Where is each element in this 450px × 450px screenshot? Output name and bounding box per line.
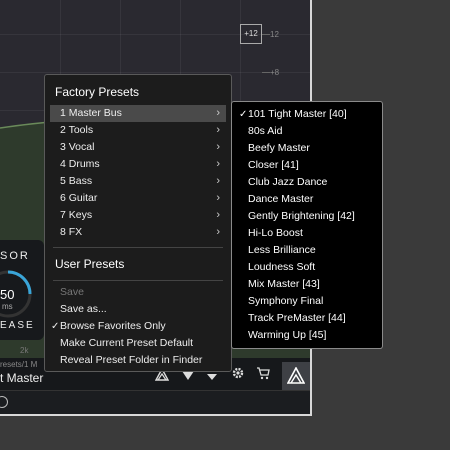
- submenu-item-label: Dance Master: [248, 193, 314, 205]
- submenu-item[interactable]: Symphony Final: [236, 293, 378, 310]
- menu-item-make-default[interactable]: Make Current Preset Default: [50, 335, 226, 352]
- menu-item-label: Save: [60, 286, 84, 298]
- menu-item-save-as[interactable]: Save as...: [50, 301, 226, 318]
- release-value: 50: [0, 287, 15, 302]
- submenu-item-label: Gently Brightening [42]: [248, 210, 355, 222]
- submenu-item[interactable]: Club Jazz Dance: [236, 174, 378, 191]
- checkmark-icon: ✓: [239, 109, 248, 120]
- scale-range-button[interactable]: +12: [240, 24, 262, 44]
- submenu-item[interactable]: Dance Master: [236, 191, 378, 208]
- submenu-item-label: Warming Up [45]: [248, 329, 327, 341]
- menu-item-browse-favorites[interactable]: ✓ Browse Favorites Only: [50, 318, 226, 335]
- checkmark-icon: ✓: [51, 321, 60, 332]
- submenu-item[interactable]: Beefy Master: [236, 140, 378, 157]
- gear-icon[interactable]: [230, 366, 246, 382]
- menu-item-label: Make Current Preset Default: [60, 337, 194, 349]
- menu-item-label: Browse Favorites Only: [60, 320, 166, 332]
- preset-menu: Factory Presets 1 Master Bus › 2 Tools ›…: [44, 74, 232, 372]
- menu-item-label: 6 Guitar: [60, 192, 98, 204]
- release-unit: ms: [2, 302, 13, 311]
- submenu-item[interactable]: Gently Brightening [42]: [236, 208, 378, 225]
- menu-item-label: Save as...: [60, 303, 107, 315]
- menu-item-guitar[interactable]: 6 Guitar ›: [50, 190, 226, 207]
- menu-item-fx[interactable]: 8 FX ›: [50, 224, 226, 241]
- menu-separator: [53, 280, 223, 281]
- submenu-item-label: Hi-Lo Boost: [248, 227, 303, 239]
- submenu-item[interactable]: Hi-Lo Boost: [236, 225, 378, 242]
- menu-item-label: 8 FX: [60, 226, 83, 238]
- logo-icon[interactable]: [282, 362, 310, 390]
- scale-label: 12: [270, 30, 279, 39]
- submenu-item-label: Beefy Master: [248, 142, 310, 154]
- submenu-item[interactable]: 80s Aid: [236, 123, 378, 140]
- menu-separator: [53, 247, 223, 248]
- factory-presets-header: Factory Presets: [55, 85, 140, 99]
- menu-item-bass[interactable]: 5 Bass ›: [50, 173, 226, 190]
- submenu-item-label: Track PreMaster [44]: [248, 312, 346, 324]
- master-bus-submenu: ✓ 101 Tight Master [40] 80s Aid Beefy Ma…: [231, 101, 383, 349]
- menu-item-label: 5 Bass: [60, 175, 93, 187]
- preset-name[interactable]: t Master: [0, 371, 43, 385]
- submenu-item-label: Mix Master [43]: [248, 278, 320, 290]
- menu-item-drums[interactable]: 4 Drums ›: [50, 156, 226, 173]
- submenu-item-label: Closer [41]: [248, 159, 299, 171]
- chevron-right-icon: ›: [216, 141, 220, 153]
- menu-item-label: 7 Keys: [60, 209, 93, 221]
- chevron-right-icon: ›: [216, 124, 220, 136]
- chevron-right-icon: ›: [216, 226, 220, 238]
- cart-icon[interactable]: [255, 366, 271, 382]
- menu-item-label: 4 Drums: [60, 158, 100, 170]
- submenu-item-label: 80s Aid: [248, 125, 283, 137]
- menu-item-label: Reveal Preset Folder in Finder: [60, 354, 203, 366]
- menu-item-tools[interactable]: 2 Tools ›: [50, 122, 226, 139]
- preset-path: resets/1 M: [0, 360, 38, 369]
- chevron-right-icon: ›: [216, 175, 220, 187]
- user-presets-header: User Presets: [55, 257, 125, 271]
- submenu-item[interactable]: Track PreMaster [44]: [236, 310, 378, 327]
- menu-item-label: 2 Tools: [60, 124, 94, 136]
- submenu-item[interactable]: Closer [41]: [236, 157, 378, 174]
- submenu-item[interactable]: Mix Master [43]: [236, 276, 378, 293]
- submenu-item-label: 101 Tight Master [40]: [248, 108, 347, 120]
- menu-item-keys[interactable]: 7 Keys ›: [50, 207, 226, 224]
- scale-tick: [262, 34, 270, 35]
- scale-tick: [262, 72, 270, 73]
- menu-item-vocal[interactable]: 3 Vocal ›: [50, 139, 226, 156]
- chevron-right-icon: ›: [216, 158, 220, 170]
- submenu-item-label: Club Jazz Dance: [248, 176, 328, 188]
- chevron-right-icon: ›: [216, 209, 220, 221]
- chevron-right-icon: ›: [216, 107, 220, 119]
- submenu-item[interactable]: Less Brilliance: [236, 242, 378, 259]
- menu-item-label: 1 Master Bus: [60, 107, 122, 119]
- submenu-item[interactable]: Warming Up [45]: [236, 327, 378, 344]
- menu-item-reveal-folder[interactable]: Reveal Preset Folder in Finder: [50, 352, 226, 369]
- scale-label: +8: [270, 68, 280, 77]
- submenu-item-label: Symphony Final: [248, 295, 324, 307]
- menu-item-master-bus[interactable]: 1 Master Bus ›: [50, 105, 226, 122]
- compressor-label: SOR: [0, 250, 30, 262]
- submenu-item[interactable]: ✓ 101 Tight Master [40]: [236, 106, 378, 123]
- chevron-right-icon: ›: [216, 192, 220, 204]
- submenu-item[interactable]: Loudness Soft: [236, 259, 378, 276]
- submenu-item-label: Loudness Soft: [248, 261, 316, 273]
- frequency-label: 2k: [20, 346, 29, 355]
- menu-item-label: 3 Vocal: [60, 141, 95, 153]
- release-label: EASE: [0, 320, 35, 331]
- menu-item-save: Save: [50, 284, 226, 301]
- submenu-item-label: Less Brilliance: [248, 244, 316, 256]
- lower-toolbar: [0, 390, 310, 414]
